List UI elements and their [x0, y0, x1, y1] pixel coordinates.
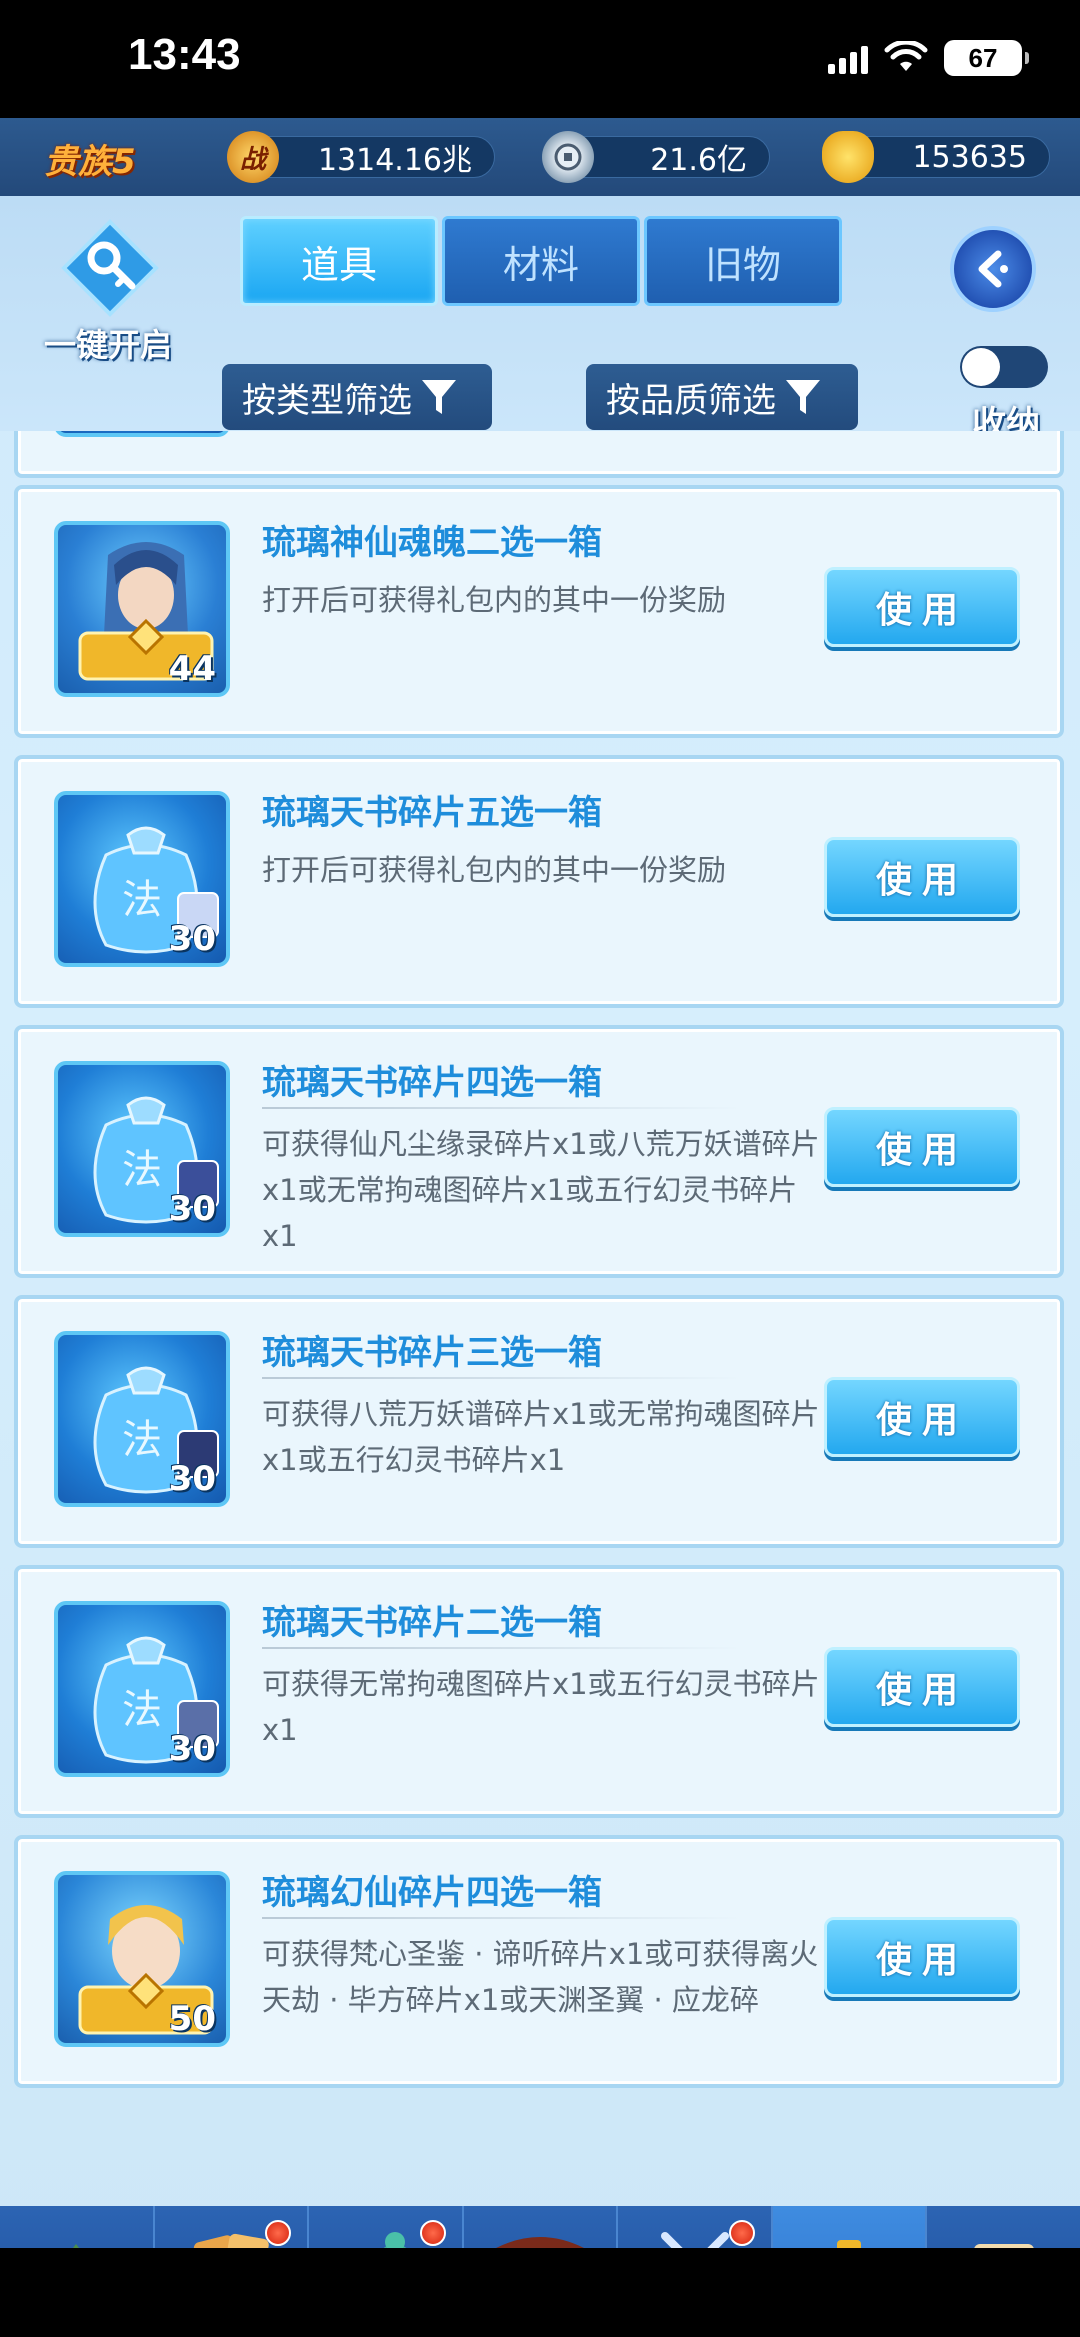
home-indicator-area: [0, 2248, 1080, 2337]
use-button[interactable]: 使用: [824, 1917, 1020, 1997]
toggle-switch[interactable]: [960, 346, 1048, 388]
nav-home[interactable]: 首页: [0, 2206, 155, 2248]
silver-value: 21.6亿: [650, 143, 747, 178]
list-item: 法 30 琉璃天书碎片三选一箱 可获得八荒万妖谱碎片x1或无常拘魂图碎片x1或五…: [14, 1295, 1064, 1548]
item-name: 琉璃天书碎片四选一箱: [262, 1063, 602, 1103]
item-name: 琉璃幻仙碎片四选一箱: [262, 1873, 602, 1913]
divider: [262, 1917, 742, 1919]
divider: [262, 1647, 742, 1649]
blue-bag-icon: 法 30: [54, 791, 230, 967]
list-item: [14, 431, 1064, 478]
wifi-icon: [884, 41, 928, 71]
tab-materials[interactable]: 材料: [442, 216, 640, 306]
use-button[interactable]: 使用: [824, 567, 1020, 647]
divider: [262, 1107, 742, 1109]
power-resource: 战 1314.16兆: [227, 131, 495, 183]
nav-dungeon[interactable]: 副本: [464, 2206, 619, 2248]
tab-items[interactable]: 道具: [240, 216, 438, 306]
notification-badge: [265, 2220, 292, 2246]
use-button[interactable]: 使用: [824, 1377, 1020, 1457]
item-name: 琉璃天书碎片三选一箱: [262, 1333, 602, 1373]
item-name: 琉璃天书碎片五选一箱: [262, 793, 602, 833]
status-bar: 13:43 67: [0, 0, 1080, 118]
filter-by-quality-button[interactable]: 按品质筛选: [586, 364, 858, 430]
item-description: 可获得无常拘魂图碎片x1或五行幻灵书碎片x1: [262, 1667, 820, 1747]
gold-value: 153635: [912, 139, 1027, 175]
one-key-open-button[interactable]: 一键开启: [28, 214, 188, 364]
svg-text:法: 法: [122, 1417, 162, 1463]
back-arrow-icon: [978, 250, 1008, 288]
bottom-nav: 首页 阵容 历练 副本: [0, 2206, 1080, 2248]
list-item: 法 30 琉璃天书碎片二选一箱 可获得无常拘魂图碎片x1或五行幻灵书碎片x1 使…: [14, 1565, 1064, 1818]
gold-resource: 153635: [822, 131, 1050, 183]
game-screen: 贵族5 战 1314.16兆 21.6亿 153635 一键开启 道具 材料 旧…: [0, 118, 1080, 2248]
golden-chest-icon: 50: [54, 1871, 230, 2047]
floating-island-icon: [73, 2244, 80, 2248]
portrait-chest-icon: 44: [54, 521, 230, 697]
use-button[interactable]: 使用: [824, 837, 1020, 917]
temple-gate-icon: [496, 2237, 585, 2248]
silver-resource: 21.6亿: [542, 131, 770, 183]
back-button[interactable]: [950, 226, 1036, 312]
divider: [262, 1377, 742, 1379]
item-description: 可获得梵心圣鉴 · 谛听碎片x1或可获得离火天劫 · 毕方碎片x1或天渊圣翼 ·…: [262, 1937, 819, 2017]
item-count: 30: [168, 1729, 216, 1769]
status-time: 13:43: [128, 30, 241, 79]
filter-by-type-button[interactable]: 按类型筛选: [222, 364, 492, 430]
list-item: 50 琉璃幻仙碎片四选一箱 可获得梵心圣鉴 · 谛听碎片x1或可获得离火天劫 ·…: [14, 1835, 1064, 2088]
silver-coin-icon: [542, 131, 594, 183]
svg-text:法: 法: [122, 877, 162, 923]
item-description: 可获得八荒万妖谱碎片x1或无常拘魂图碎片x1或五行幻灵书碎片x1: [262, 1397, 820, 1477]
use-button[interactable]: 使用: [824, 1647, 1020, 1727]
item-description: 打开后可获得礼包内的其中一份奖励: [262, 583, 727, 617]
nav-bag[interactable]: 背包: [772, 2206, 928, 2248]
battery-icon: 67: [944, 40, 1029, 76]
bag-tabs: 道具 材料 旧物: [240, 216, 842, 306]
resource-bar: 贵族5 战 1314.16兆 21.6亿 153635: [0, 118, 1080, 196]
bag-icon: [837, 2240, 862, 2248]
key-icon: [61, 219, 159, 317]
item-name: 琉璃神仙魂魄二选一箱: [262, 523, 602, 563]
blue-bag-icon: [54, 431, 230, 437]
item-count: 44: [168, 649, 216, 689]
list-item: 法 30 琉璃天书碎片五选一箱 打开后可获得礼包内的其中一份奖励 使用: [14, 755, 1064, 1008]
notification-badge: [728, 2220, 755, 2246]
blue-bag-icon: 法 30: [54, 1061, 230, 1237]
item-description: 可获得仙凡尘缘录碎片x1或八荒万妖谱碎片x1或无常拘魂图碎片x1或五行幻灵书碎片…: [262, 1127, 820, 1253]
tab-relics[interactable]: 旧物: [644, 216, 842, 306]
signal-icon: [828, 42, 868, 74]
blue-bag-icon: 法 30: [54, 1331, 230, 1507]
nav-training[interactable]: 历练: [309, 2206, 464, 2248]
svg-text:法: 法: [122, 1147, 162, 1193]
status-icons: 67: [828, 40, 1029, 76]
scroll-icon: [974, 2244, 1034, 2248]
power-value: 1314.16兆: [317, 143, 472, 178]
bag-header: 一键开启 道具 材料 旧物 按类型筛选 按品质筛选 收纳: [0, 196, 1080, 444]
item-list[interactable]: 44 琉璃神仙魂魄二选一箱 打开后可获得礼包内的其中一份奖励 使用 法 30 琉…: [0, 431, 1080, 2199]
noble-level-badge[interactable]: 贵族5: [44, 134, 136, 183]
blue-bag-icon: 法 30: [54, 1601, 230, 1777]
item-count: 30: [168, 1189, 216, 1229]
item-count: 50: [168, 1999, 216, 2039]
gold-ingot-icon: [822, 131, 874, 183]
funnel-icon: [422, 380, 456, 414]
nav-lineup[interactable]: 阵容: [155, 2206, 310, 2248]
toggle-knob: [962, 348, 1000, 386]
notification-badge: [419, 2220, 446, 2246]
one-key-open-label: 一键开启: [43, 326, 172, 364]
list-item: 44 琉璃神仙魂魄二选一箱 打开后可获得礼包内的其中一份奖励 使用: [14, 485, 1064, 738]
power-icon: 战: [227, 131, 279, 183]
use-button[interactable]: 使用: [824, 1107, 1020, 1187]
nav-duel[interactable]: 斗法: [618, 2206, 773, 2248]
item-count: 30: [168, 919, 216, 959]
filter-by-quality-label: 按品质筛选: [606, 380, 776, 421]
list-item: 法 30 琉璃天书碎片四选一箱 可获得仙凡尘缘录碎片x1或八荒万妖谱碎片x1或无…: [14, 1025, 1064, 1278]
item-name: 琉璃天书碎片二选一箱: [262, 1603, 602, 1643]
item-count: 30: [168, 1459, 216, 1499]
item-description: 打开后可获得礼包内的其中一份奖励: [262, 853, 727, 887]
svg-text:法: 法: [122, 1687, 162, 1733]
funnel-icon: [786, 380, 820, 414]
filter-by-type-label: 按类型筛选: [242, 380, 412, 421]
nav-seek-immortal[interactable]: 寻仙: [927, 2206, 1080, 2248]
